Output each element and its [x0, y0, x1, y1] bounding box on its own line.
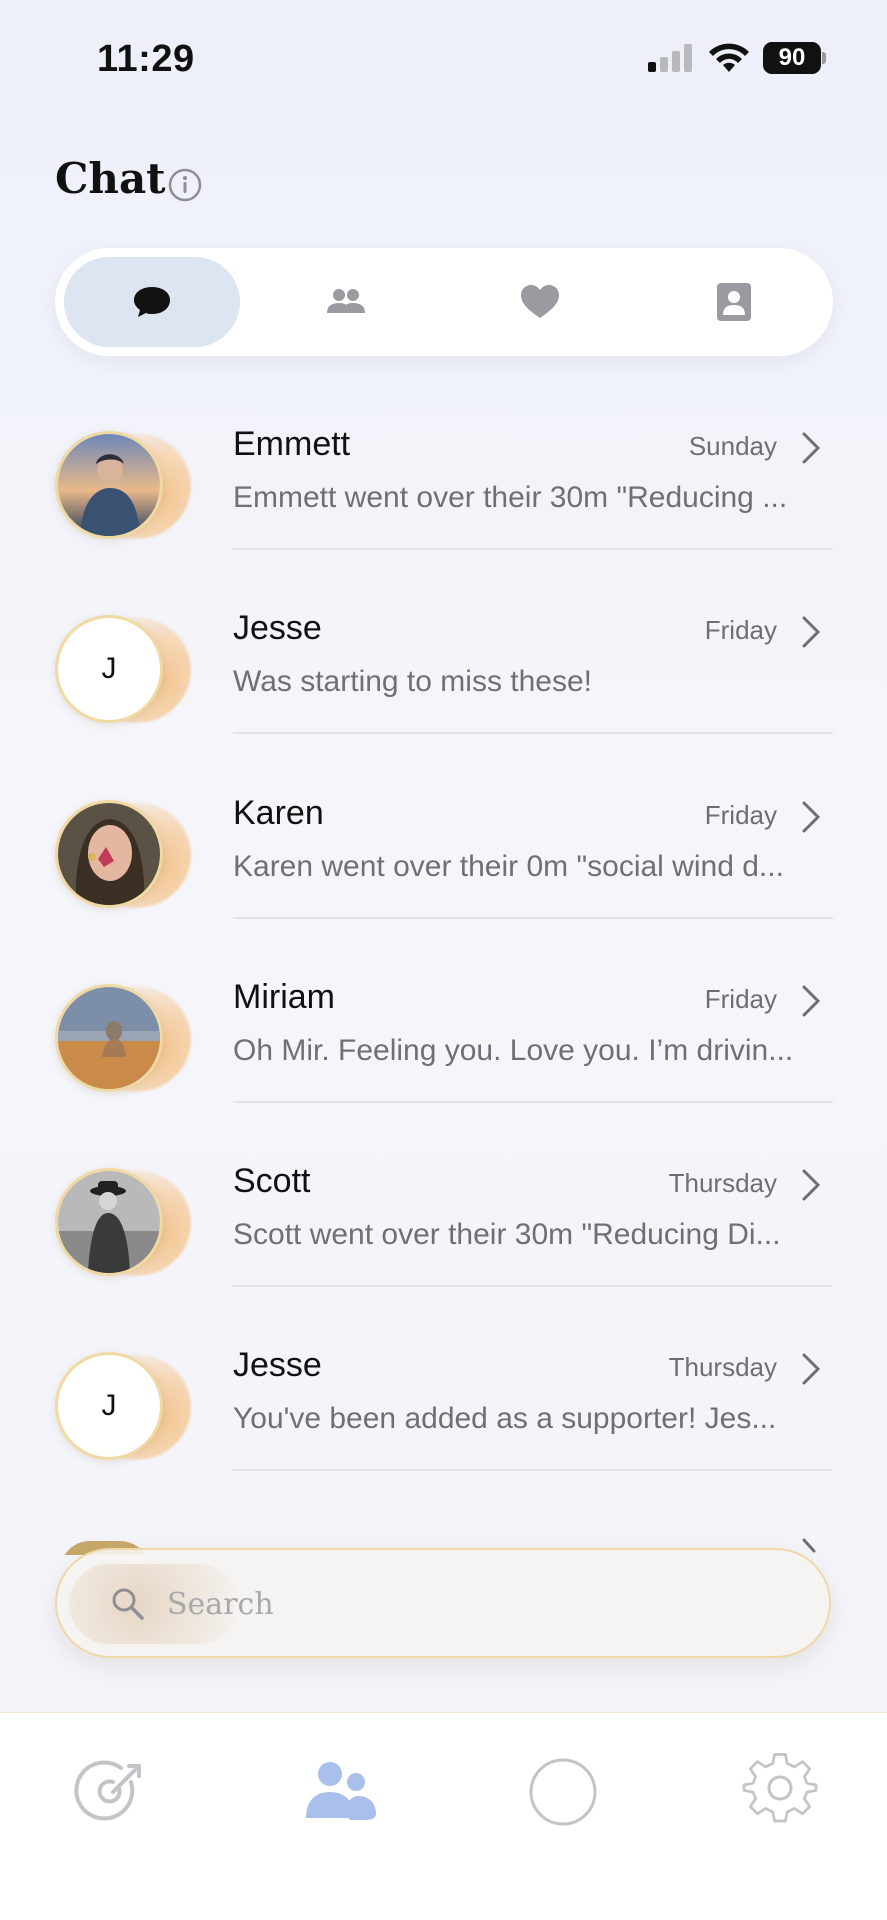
nav-community[interactable]	[297, 1749, 383, 1835]
battery-icon: 90	[763, 42, 827, 74]
chat-row[interactable]: Karen Friday Karen went over their 0m "s…	[0, 764, 887, 948]
divider	[233, 1285, 833, 1287]
bottom-navigation	[0, 1712, 887, 1920]
avatar	[55, 984, 195, 1094]
target-arrow-icon	[74, 1760, 141, 1821]
search-input[interactable]	[167, 1578, 767, 1630]
chevron-right-icon	[802, 616, 821, 648]
avatar	[55, 800, 195, 910]
nav-focus[interactable]	[520, 1749, 606, 1835]
wifi-icon	[709, 43, 749, 72]
divider	[233, 548, 833, 550]
search-bar[interactable]	[55, 1548, 831, 1658]
nav-settings[interactable]	[737, 1749, 823, 1835]
nav-goals[interactable]	[70, 1749, 156, 1835]
avatar-initial: J	[55, 1352, 163, 1460]
avatar-photo	[55, 1168, 163, 1276]
avatar	[55, 431, 195, 541]
battery-level: 90	[763, 42, 821, 74]
tab-messages[interactable]	[64, 257, 240, 347]
status-time: 11:29	[97, 38, 195, 80]
chat-name: Emmett	[233, 425, 351, 463]
divider	[233, 917, 833, 919]
chat-name: Miriam	[233, 978, 335, 1016]
contact-card-icon	[717, 283, 751, 321]
tab-groups[interactable]	[258, 257, 434, 347]
chat-timestamp: Thursday	[668, 1352, 777, 1382]
chat-row[interactable]: Scott Thursday Scott went over their 30m…	[0, 1132, 887, 1316]
chat-timestamp: Friday	[704, 984, 777, 1014]
heart-icon	[521, 285, 559, 318]
chat-timestamp: Sunday	[688, 431, 777, 461]
chat-timestamp: Thursday	[668, 1168, 777, 1198]
status-bar: 11:29 90	[0, 0, 887, 110]
avatar: J	[55, 615, 195, 725]
chat-bubble-icon	[134, 287, 170, 317]
cellular-signal-icon	[648, 44, 692, 72]
chevron-right-icon	[802, 432, 821, 464]
chevron-right-icon	[802, 1538, 816, 1553]
chat-name: Jesse	[233, 1346, 322, 1384]
chat-timestamp: Friday	[704, 615, 777, 645]
chat-row[interactable]: Miriam Friday Oh Mir. Feeling you. Love …	[0, 948, 887, 1132]
chat-name: Scott	[233, 1162, 311, 1200]
info-icon[interactable]	[167, 167, 203, 203]
gear-icon	[742, 1753, 818, 1823]
chat-preview: Was starting to miss these!	[233, 665, 593, 698]
divider	[233, 1469, 833, 1471]
avatar-initial: J	[55, 615, 163, 723]
chevron-right-icon	[802, 801, 821, 833]
chat-row[interactable]: J Jesse Friday Was starting to miss thes…	[0, 579, 887, 763]
tab-contacts[interactable]	[646, 257, 822, 347]
chat-row[interactable]: J Jesse Thursday You've been added as a …	[0, 1316, 887, 1500]
chevron-right-icon	[802, 1353, 821, 1385]
divider	[233, 1101, 833, 1103]
avatar: J	[55, 1352, 195, 1462]
chat-preview: You've been added as a supporter! Jes...	[233, 1402, 777, 1435]
chevron-right-icon	[802, 1169, 821, 1201]
avatar-photo	[55, 431, 163, 539]
people-icon	[327, 289, 365, 313]
circle-icon	[529, 1758, 597, 1826]
chat-preview: Karen went over their 0m "social wind d.…	[233, 850, 784, 883]
divider	[233, 732, 833, 734]
chat-preview: Emmett went over their 30m "Reducing ...	[233, 481, 788, 514]
avatar-photo	[55, 800, 163, 908]
tab-favorites[interactable]	[452, 257, 628, 347]
people-icon	[306, 1762, 376, 1820]
avatar	[55, 1168, 195, 1278]
chat-filter-tabs	[55, 248, 833, 356]
page-title: Chat	[55, 154, 166, 203]
avatar-photo	[55, 984, 163, 1092]
chevron-right-icon	[802, 985, 821, 1017]
chat-name: Karen	[233, 794, 324, 832]
chat-row[interactable]: Emmett Sunday Emmett went over their 30m…	[0, 395, 887, 579]
chat-preview: Scott went over their 30m "Reducing Di..…	[233, 1218, 781, 1251]
chat-timestamp: Friday	[704, 800, 777, 830]
search-icon	[112, 1588, 144, 1620]
chat-preview: Oh Mir. Feeling you. Love you. I’m drivi…	[233, 1034, 794, 1067]
chat-name: Jesse	[233, 609, 322, 647]
